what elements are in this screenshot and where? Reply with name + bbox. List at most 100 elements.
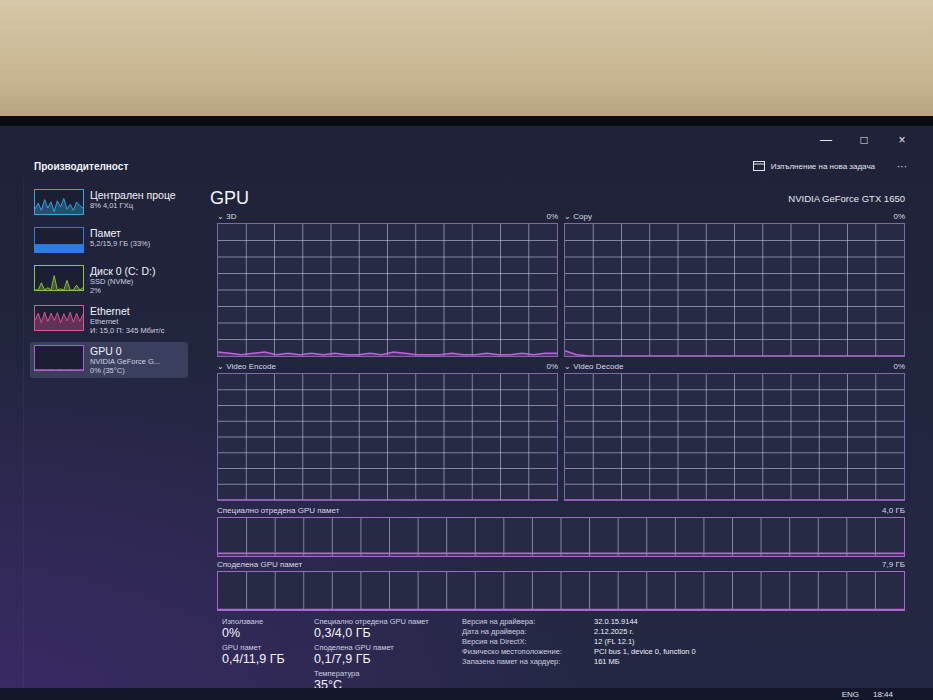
engine-reading: 0% xyxy=(546,212,558,221)
sidebar-item-detail: Ethernet xyxy=(90,317,164,326)
info-value: 32.0.15.9144 xyxy=(594,617,696,627)
new-task-icon xyxy=(753,161,765,171)
chart-area xyxy=(218,609,904,610)
graph-area xyxy=(35,198,83,214)
stat-label: Специално отредена GPU памет xyxy=(314,617,450,626)
engine-label[interactable]: ⌄ Video Encode xyxy=(217,362,276,371)
engine-label[interactable]: ⌄ Copy xyxy=(564,212,592,221)
graph-area xyxy=(35,312,83,330)
stat-value: 0,3/4,0 ГБ xyxy=(314,626,450,640)
stat-column: Специално отредена GPU памет0,3/4,0 ГБСп… xyxy=(314,617,450,692)
window-control-button[interactable]: — xyxy=(809,133,843,147)
sidebar-item[interactable]: Памет5,2/15,9 ГБ (33%) xyxy=(30,224,188,258)
chart-grid xyxy=(247,518,876,556)
navigation-rail xyxy=(0,178,24,688)
memory-chart-label: Споделена GPU памет xyxy=(217,560,302,569)
run-new-task-button[interactable]: Изпълнение на нова задача ··· xyxy=(753,161,907,172)
sidebar-graph xyxy=(34,265,84,291)
engine-label-row: ⌄ Copy0% xyxy=(564,209,905,223)
engine-chart xyxy=(217,223,558,357)
sidebar: Централен проце8% 4,01 ГХц Памет5,2/15,9 … xyxy=(24,178,192,688)
body: Централен проце8% 4,01 ГХц Памет5,2/15,9 … xyxy=(0,178,933,688)
stat-column: Използване0% GPU памет0,4/11,9 ГБ xyxy=(222,617,302,692)
sidebar-item-detail: 8% 4,01 ГХц xyxy=(90,201,176,210)
graph-fill xyxy=(35,244,83,252)
chart-grid xyxy=(247,572,876,610)
action-label: Изпълнение на нова задача xyxy=(771,162,875,171)
wall-background xyxy=(0,0,933,116)
language-indicator[interactable]: ENG xyxy=(842,690,859,699)
page: —□×ПроизводителностИзпълнение на нова за… xyxy=(0,0,933,700)
info-grid: Версия на драйвера: 32.0.15.9144 Дата на д… xyxy=(462,617,696,692)
sidebar-graph xyxy=(34,189,84,215)
task-manager-window: —□×ПроизводителностИзпълнение на нова за… xyxy=(0,126,933,700)
sidebar-graph xyxy=(34,305,84,331)
graph-area xyxy=(35,276,83,290)
stat-label: Температура xyxy=(314,669,450,678)
engine-reading: 0% xyxy=(546,362,558,371)
info-label: Версия на драйвера: xyxy=(462,617,590,627)
sidebar-item-name: Диск 0 (C: D:) xyxy=(90,265,155,277)
sidebar-item[interactable]: EthernetEthernetИ: 15,0 П: 345 Мбит/с xyxy=(30,302,188,338)
info-label: Дата на драйвера: xyxy=(462,627,590,637)
engine-label[interactable]: ⌄ Video Decode xyxy=(564,362,623,371)
chart-area xyxy=(565,499,904,500)
gpu-title: GPU xyxy=(210,188,249,209)
engine-reading: 0% xyxy=(893,362,905,371)
stat-label: Използване xyxy=(222,617,302,626)
memory-label-row: Специално отредена GPU памет4,0 ГБ xyxy=(217,501,905,517)
sidebar-item[interactable]: Централен проце8% 4,01 ГХц xyxy=(30,186,188,220)
window-control-button[interactable]: × xyxy=(885,133,919,147)
graph-line xyxy=(35,276,83,290)
sidebar-item-name: Централен проце xyxy=(90,189,176,201)
engine-panel: ⌄ 3D 0% xyxy=(217,209,558,357)
chart-grid xyxy=(218,224,557,356)
clock[interactable]: 18:44 xyxy=(873,690,893,699)
engine-label-row: ⌄ Video Encode 0% xyxy=(217,357,558,373)
engine-chart xyxy=(217,373,558,501)
sidebar-item-name: Памет xyxy=(90,227,150,239)
memory-charts: Специално отредена GPU памет4,0 ГБ Сподел… xyxy=(210,501,905,611)
window-control-button[interactable]: □ xyxy=(847,133,881,147)
info-value: 161 МБ xyxy=(594,657,696,667)
taskbar: ENG 18:44 xyxy=(0,688,933,700)
chart-grid xyxy=(218,374,557,500)
sidebar-item-detail: 0% (35°C) xyxy=(90,366,160,375)
sidebar-item[interactable]: GPU 0NVIDIA GeForce G...0% (35°C) xyxy=(30,342,188,378)
sidebar-item[interactable]: Диск 0 (C: D:)SSD (NVMe)2% xyxy=(30,262,188,298)
stat-value: 0,4/11,9 ГБ xyxy=(222,652,302,666)
sidebar-item-name: GPU 0 xyxy=(90,345,160,357)
memory-label-row: Споделена GPU памет7,9 ГБ xyxy=(217,557,905,571)
chart-line xyxy=(218,352,557,355)
gpu-name: NVIDIA GeForce GTX 1650 xyxy=(788,193,905,204)
info-label: Версия на DirectX: xyxy=(462,637,590,647)
sidebar-item-name: Ethernet xyxy=(90,305,164,317)
gpu-header: GPU NVIDIA GeForce GTX 1650 xyxy=(210,188,905,209)
graph-line xyxy=(35,198,83,211)
gpu-panel: GPUNVIDIA GeForce GTX 1650⌄ 3D0%⌄ Copy0%… xyxy=(192,178,933,688)
memory-chart xyxy=(217,571,905,611)
sidebar-item-detail: 2% xyxy=(90,286,155,295)
info-value: 12 (FL 12.1) xyxy=(594,637,696,647)
chart-line xyxy=(565,499,904,501)
sidebar-graph xyxy=(34,227,84,253)
stat: Използване0% xyxy=(222,617,302,640)
chart-line xyxy=(565,351,904,356)
engine-label-row: ⌄ 3D 0% xyxy=(217,209,558,223)
graph-area xyxy=(35,369,83,370)
sidebar-item-text: GPU 0NVIDIA GeForce G...0% (35°C) xyxy=(90,345,160,375)
stat: Специално отредена GPU памет0,3/4,0 ГБ xyxy=(314,617,450,640)
engine-label[interactable]: ⌄ 3D xyxy=(217,212,236,221)
engine-chart xyxy=(564,223,905,357)
sidebar-item-text: Диск 0 (C: D:)SSD (NVMe)2% xyxy=(90,265,155,295)
stat: GPU памет0,4/11,9 ГБ xyxy=(222,643,302,666)
stat-value: 0% xyxy=(222,626,302,640)
engine-label-row: ⌄ Video Decode 0% xyxy=(564,357,905,373)
more-button[interactable]: ··· xyxy=(897,161,907,172)
sidebar-item-detail: 5,2/15,9 ГБ (33%) xyxy=(90,239,150,248)
graph-line xyxy=(35,312,83,323)
graph-line xyxy=(35,369,83,370)
info-value: 2.12.2025 г. xyxy=(594,627,696,637)
info-label: Физическо местоположение: xyxy=(462,647,590,657)
chart-area xyxy=(565,351,904,356)
